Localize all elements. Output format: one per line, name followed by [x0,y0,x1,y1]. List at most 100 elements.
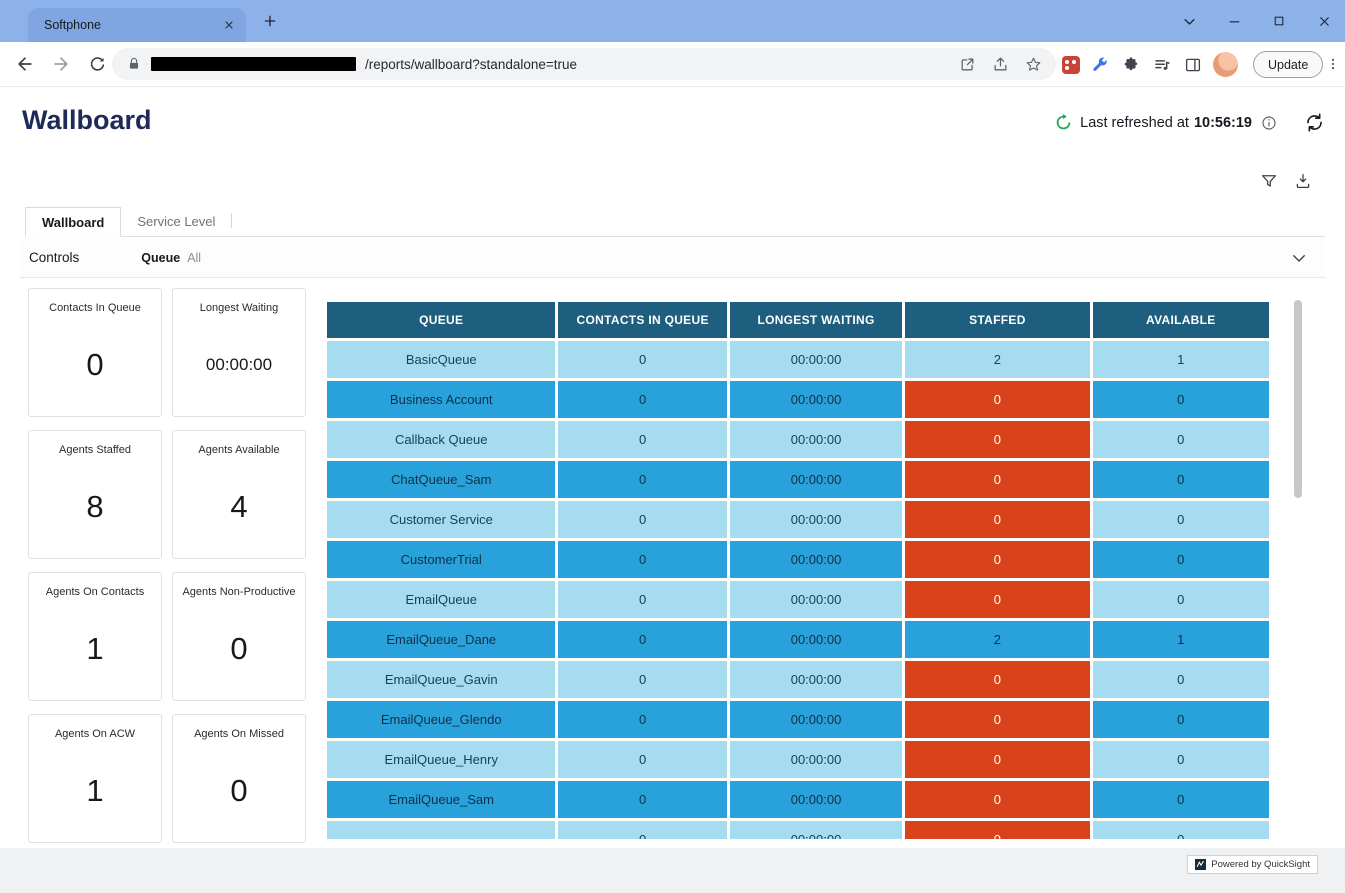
info-icon[interactable] [1260,114,1277,131]
queue-table-body: BasicQueue000:00:0021Business Account000… [327,341,1269,839]
address-bar[interactable]: /reports/wallboard?standalone=true [112,48,1056,80]
kpi-card: Agents On Missed0 [172,714,306,843]
kpi-grid: Contacts In Queue0Longest Waiting00:00:0… [28,288,306,843]
quicksight-badge[interactable]: Powered by QuickSight [1187,855,1318,874]
queue-name-cell: Customer Service [327,501,555,538]
kpi-value: 8 [86,456,103,558]
tab-title: Softphone [44,18,221,32]
contacts-in-queue-cell: 0 [558,661,726,698]
queue-row: CustomerTrial000:00:0000 [327,541,1269,578]
lock-icon[interactable] [126,56,142,72]
contacts-in-queue-cell: 0 [558,741,726,778]
available-cell: 0 [1093,821,1269,839]
longest-waiting-cell: 00:00:00 [730,661,902,698]
queue-table-container: QUEUECONTACTS IN QUEUELONGEST WAITINGSTA… [324,299,1272,839]
export-download-icon[interactable] [1293,171,1312,190]
queue-name-cell: Callback Queue [327,421,555,458]
filter-icon[interactable] [1259,171,1278,190]
sheet-tab-divider [231,213,232,228]
queue-name-cell: EmailQueue_Dane [327,621,555,658]
available-cell: 1 [1093,621,1269,658]
staffed-cell: 0 [905,821,1089,839]
sheet-tab-service-level[interactable]: Service Level [121,206,231,236]
reload-button[interactable] [85,52,109,76]
queue-name-cell: EmailQueue_Glendo [327,701,555,738]
extensions-puzzle-icon[interactable] [1120,54,1142,76]
contacts-in-queue-cell: 0 [558,381,726,418]
queue-row: EmailQueue_Glendo000:00:0000 [327,701,1269,738]
tab-search-icon[interactable] [1180,12,1198,30]
queue-filter[interactable]: Queue All [141,251,201,265]
available-cell: 0 [1093,661,1269,698]
queue-name-cell: EmailQueue_Henry [327,741,555,778]
side-panel-icon[interactable] [1182,54,1204,76]
queue-row: ChatQueue_Sam000:00:0000 [327,461,1269,498]
available-cell: 0 [1093,421,1269,458]
longest-waiting-cell: 00:00:00 [730,621,902,658]
quicksight-logo-icon [1195,859,1206,870]
kpi-value: 0 [230,740,247,842]
kpi-title: Agents Staffed [55,444,135,456]
queue-row: EmailQueue_Gavin000:00:0000 [327,661,1269,698]
dashboard-toolbar [1259,171,1312,190]
manual-refresh-icon[interactable] [1304,112,1325,133]
kpi-card: Contacts In Queue0 [28,288,162,417]
available-cell: 0 [1093,461,1269,498]
window-maximize-button[interactable] [1270,12,1288,30]
open-in-new-icon[interactable] [958,55,976,73]
column-header: QUEUE [327,302,555,338]
longest-waiting-cell: 00:00:00 [730,461,902,498]
new-tab-button[interactable] [261,12,279,30]
window-minimize-button[interactable] [1225,12,1243,30]
update-button-label: Update [1268,58,1308,72]
queue-row: Business Account000:00:0000 [327,381,1269,418]
staffed-cell: 2 [905,621,1089,658]
contacts-in-queue-cell: 0 [558,781,726,818]
window-controls [1180,0,1333,42]
contacts-in-queue-cell: 0 [558,701,726,738]
back-button[interactable] [13,52,37,76]
queue-table-header-row: QUEUECONTACTS IN QUEUELONGEST WAITINGSTA… [327,302,1269,338]
controls-bar: Controls Queue All [20,238,1325,278]
queue-list-icon[interactable] [1151,54,1173,76]
table-scrollbar[interactable] [1294,294,1302,840]
redacted-url-segment [151,57,356,71]
browser-tab-strip: Softphone [0,0,1345,42]
contacts-in-queue-cell: 0 [558,421,726,458]
staffed-cell: 0 [905,701,1089,738]
longest-waiting-cell: 00:00:00 [730,821,902,839]
staffed-cell: 0 [905,741,1089,778]
kpi-title: Longest Waiting [196,302,282,314]
kpi-title: Agents Non-Productive [178,586,299,598]
tab-close-icon[interactable] [221,17,237,33]
available-cell: 1 [1093,341,1269,378]
sheet-tab-wallboard[interactable]: Wallboard [25,207,121,237]
queue-row: EmailQueue000:00:0000 [327,581,1269,618]
browser-tab-softphone[interactable]: Softphone [28,8,246,42]
kpi-card: Agents On Contacts1 [28,572,162,701]
longest-waiting-cell: 00:00:00 [730,781,902,818]
kpi-value: 1 [86,740,103,842]
longest-waiting-cell: 00:00:00 [730,541,902,578]
share-icon[interactable] [991,55,1009,73]
browser-menu-icon[interactable] [1326,52,1340,76]
longest-waiting-cell: 00:00:00 [730,421,902,458]
extension-wrench-icon[interactable] [1089,54,1111,76]
controls-title: Controls [29,250,79,265]
kpi-title: Agents On ACW [51,728,139,740]
extension-dice-icon[interactable] [1062,56,1080,74]
update-button[interactable]: Update [1253,51,1323,78]
queue-name-cell [327,821,555,839]
column-header: STAFFED [905,302,1089,338]
forward-button[interactable] [49,52,73,76]
bookmark-star-icon[interactable] [1024,55,1042,73]
column-header: AVAILABLE [1093,302,1269,338]
queue-row: EmailQueue_Sam000:00:0000 [327,781,1269,818]
queue-filter-value: All [187,251,201,265]
window-close-button[interactable] [1315,12,1333,30]
queue-name-cell: EmailQueue_Gavin [327,661,555,698]
profile-avatar[interactable] [1213,52,1238,77]
queue-row: EmailQueue_Henry000:00:0000 [327,741,1269,778]
controls-collapse-chevron-icon[interactable] [1289,248,1309,268]
table-scrollbar-thumb[interactable] [1294,300,1302,498]
